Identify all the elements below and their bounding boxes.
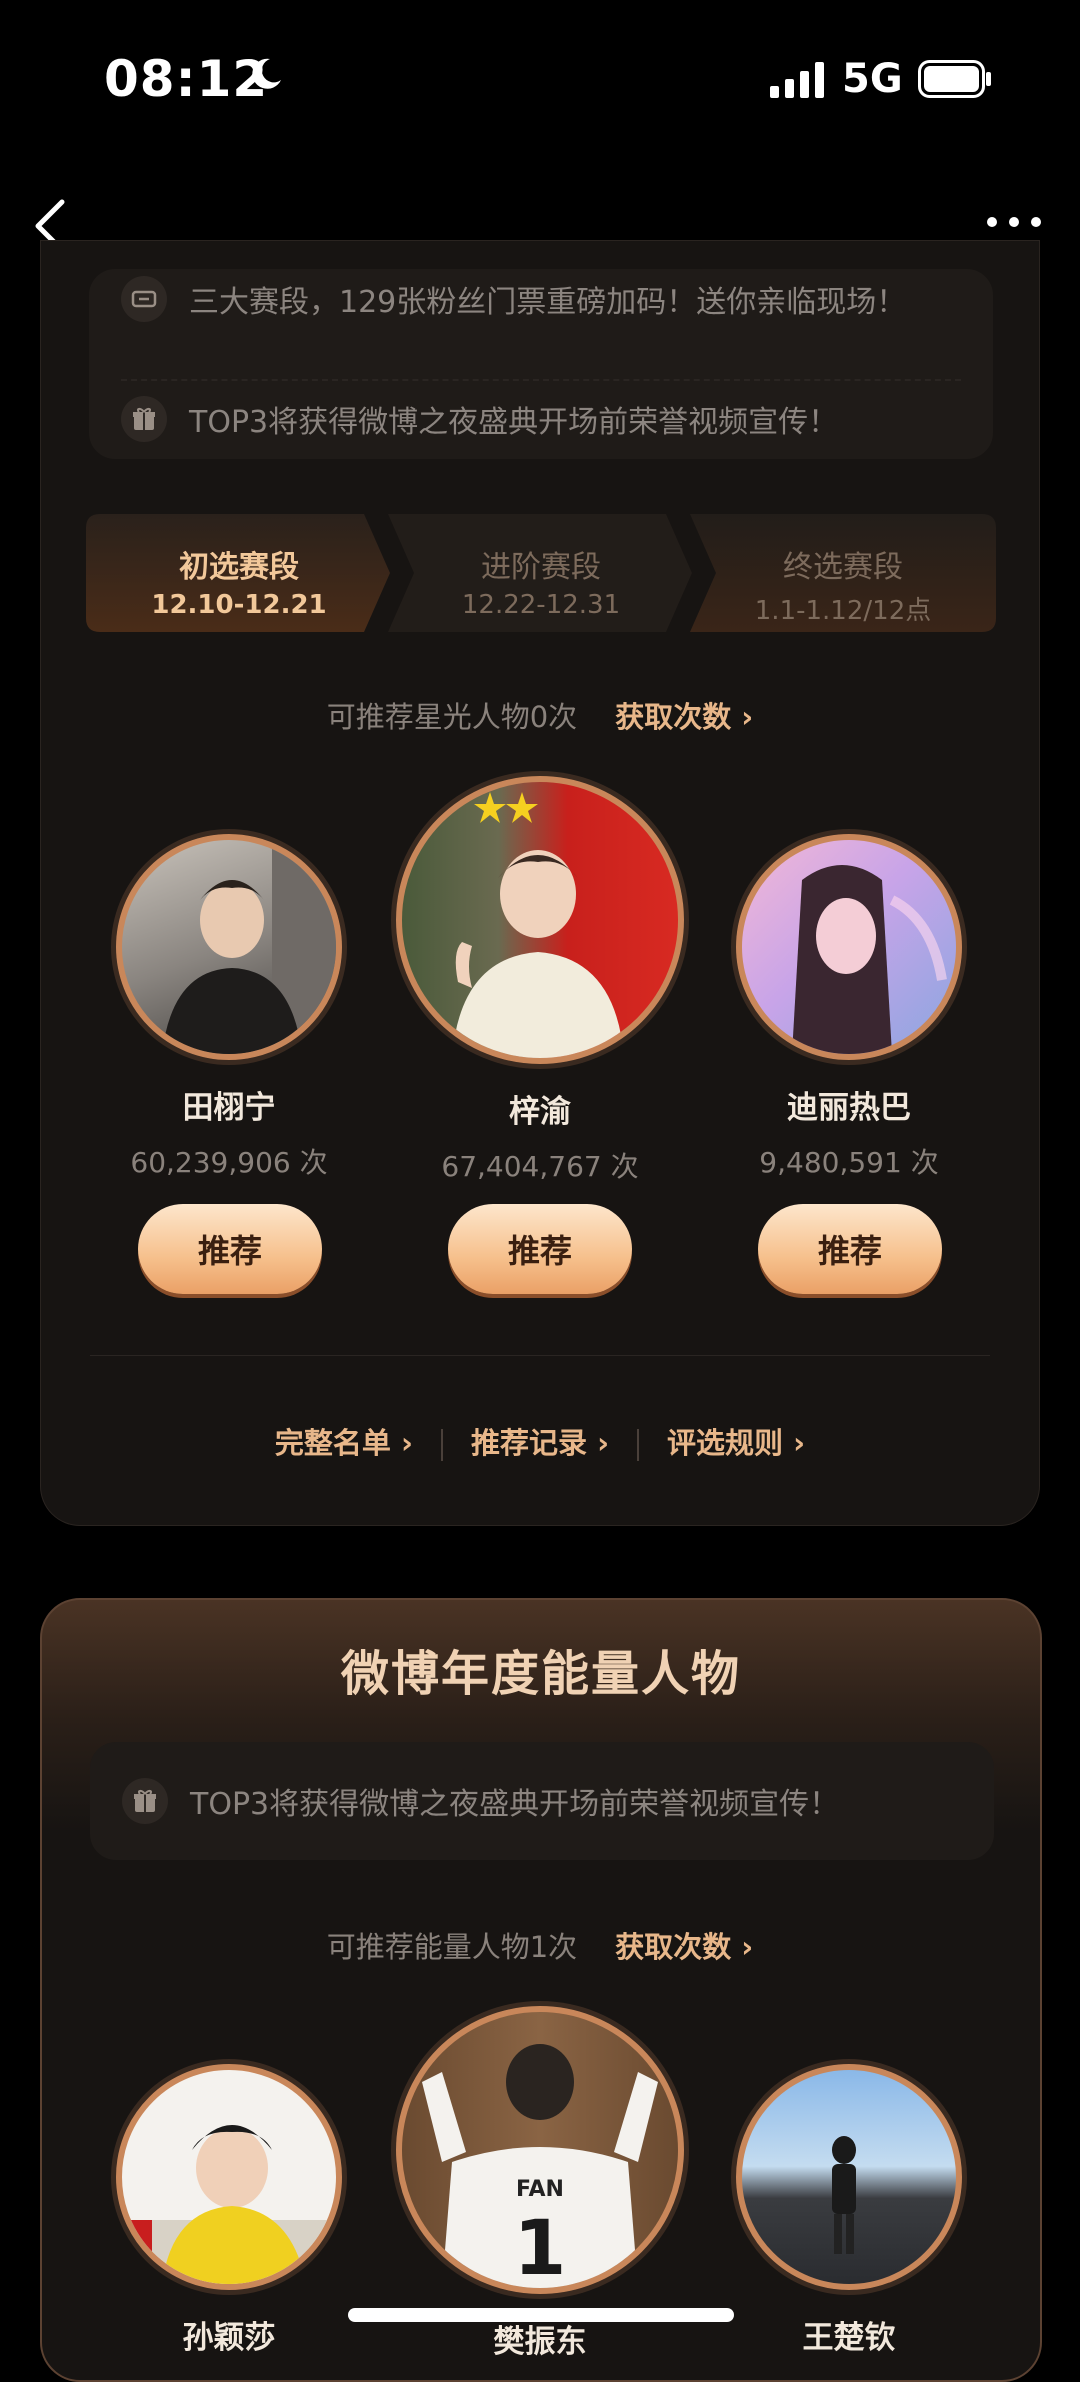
divider <box>90 1355 990 1356</box>
person-name: 孙颖莎 <box>182 2320 276 2356</box>
person-name: 梓渝 <box>509 1094 571 1130</box>
ticket-icon <box>121 276 167 322</box>
get-chances-link[interactable]: 获取次数 › <box>615 1930 753 1964</box>
tab-date: 1.1-1.12/12点 <box>754 596 932 626</box>
tab-preliminary[interactable]: 初选赛段 12.10-12.21 <box>86 514 392 632</box>
info-line-tickets: 三大赛段，129张粉丝门票重磅加码！送你亲临现场！ <box>121 269 906 329</box>
gift-icon <box>122 1778 168 1824</box>
person-card: 孙颖莎 <box>116 2064 342 2357</box>
info-line-video: TOP3将获得微博之夜盛典开场前荣誉视频宣传！ <box>121 389 838 449</box>
person-card: 王楚钦 <box>736 2064 962 2357</box>
status-bar: 08:12 5G <box>0 0 1080 160</box>
tab-date: 12.10-12.21 <box>151 590 327 620</box>
tab-name: 进阶赛段 <box>481 550 601 585</box>
stage-tabs: 初选赛段 12.10-12.21 进阶赛段 12.22-12.31 终选赛段 1… <box>86 514 996 634</box>
avatar-photo <box>792 865 947 1054</box>
dashed-divider <box>121 379 961 381</box>
avatar-photo <box>162 840 336 1054</box>
tab-name: 初选赛段 <box>179 550 299 585</box>
gift-icon <box>121 396 167 442</box>
vote-count: 60,239,906 次 <box>130 1146 328 1179</box>
info-line-text: TOP3将获得微博之夜盛典开场前荣誉视频宣传！ <box>190 1787 840 1822</box>
moon-icon <box>252 58 281 89</box>
vote-count: 67,404,767 次 <box>441 1150 639 1183</box>
quota-text: 可推荐星光人物0次 <box>326 700 578 734</box>
quota-text: 可推荐能量人物1次 <box>326 1930 578 1964</box>
person-card: 迪丽热巴 9,480,591 次 <box>736 834 962 1181</box>
status-time: 08:12 <box>104 50 269 108</box>
avatar[interactable] <box>396 776 684 1064</box>
link-separator <box>440 1429 443 1461</box>
link-separator <box>637 1429 640 1461</box>
avatar[interactable] <box>736 834 962 1060</box>
recommend-quota: 可推荐星光人物0次 获取次数 › <box>0 694 1080 736</box>
signal-icon <box>770 62 824 98</box>
recommend-quota: 可推荐能量人物1次 获取次数 › <box>0 1924 1080 1966</box>
tab-advanced[interactable]: 进阶赛段 12.22-12.31 <box>388 514 694 632</box>
more-icon[interactable] <box>984 210 1044 234</box>
tab-final[interactable]: 终选赛段 1.1-1.12/12点 <box>690 514 996 632</box>
battery-icon <box>918 60 991 98</box>
person-card: 田栩宁 60,239,906 次 <box>116 834 342 1181</box>
person-name: 樊振东 <box>493 2324 587 2360</box>
avatar[interactable]: FAN 1 <box>396 2006 684 2294</box>
person-name: 王楚钦 <box>802 2320 896 2356</box>
recommend-button[interactable]: 推荐 <box>138 1204 322 1294</box>
avatar-photo <box>122 2125 336 2284</box>
avatar-photo <box>452 792 624 1058</box>
recommend-button[interactable]: 推荐 <box>758 1204 942 1294</box>
person-name: 田栩宁 <box>182 1090 276 1126</box>
home-indicator[interactable] <box>348 2308 734 2322</box>
vote-count: 9,480,591 次 <box>759 1146 939 1179</box>
shirt-number: 1 <box>514 2203 567 2288</box>
get-chances-link[interactable]: 获取次数 › <box>615 700 753 734</box>
rewards-info-box: 三大赛段，129张粉丝门票重磅加码！送你亲临现场！ TOP3将获得微博之夜盛典开… <box>89 269 993 459</box>
tab-date: 12.22-12.31 <box>461 590 621 620</box>
person-card: 梓渝 67,404,767 次 <box>396 776 684 1185</box>
tab-name: 终选赛段 <box>783 550 903 585</box>
rules-link[interactable]: 评选规则 › <box>667 1426 805 1460</box>
recommend-history-link[interactable]: 推荐记录 › <box>471 1426 609 1460</box>
avatar-photo <box>832 2136 856 2254</box>
footer-links: 完整名单 › 推荐记录 › 评选规则 › <box>0 1420 1080 1462</box>
full-list-link[interactable]: 完整名单 › <box>275 1426 413 1460</box>
recommend-button[interactable]: 推荐 <box>448 1204 632 1294</box>
person-name: 迪丽热巴 <box>787 1090 911 1126</box>
avatar[interactable] <box>116 2064 342 2290</box>
avatar[interactable] <box>116 834 342 1060</box>
info-line-text: TOP3将获得微博之夜盛典开场前荣誉视频宣传！ <box>189 405 839 440</box>
info-line-text: 三大赛段，129张粉丝门票重磅加码！送你亲临现场！ <box>189 285 907 320</box>
shirt-text: FAN <box>516 2177 564 2202</box>
avatar-photo: FAN 1 <box>422 2044 658 2288</box>
network-label: 5G <box>842 56 903 102</box>
avatar[interactable] <box>736 2064 962 2290</box>
info-line-video: TOP3将获得微博之夜盛典开场前荣誉视频宣传！ <box>122 1771 839 1831</box>
card-title: 微博年度能量人物 <box>340 1646 741 1702</box>
rewards-info-box: TOP3将获得微博之夜盛典开场前荣誉视频宣传！ <box>90 1742 994 1860</box>
